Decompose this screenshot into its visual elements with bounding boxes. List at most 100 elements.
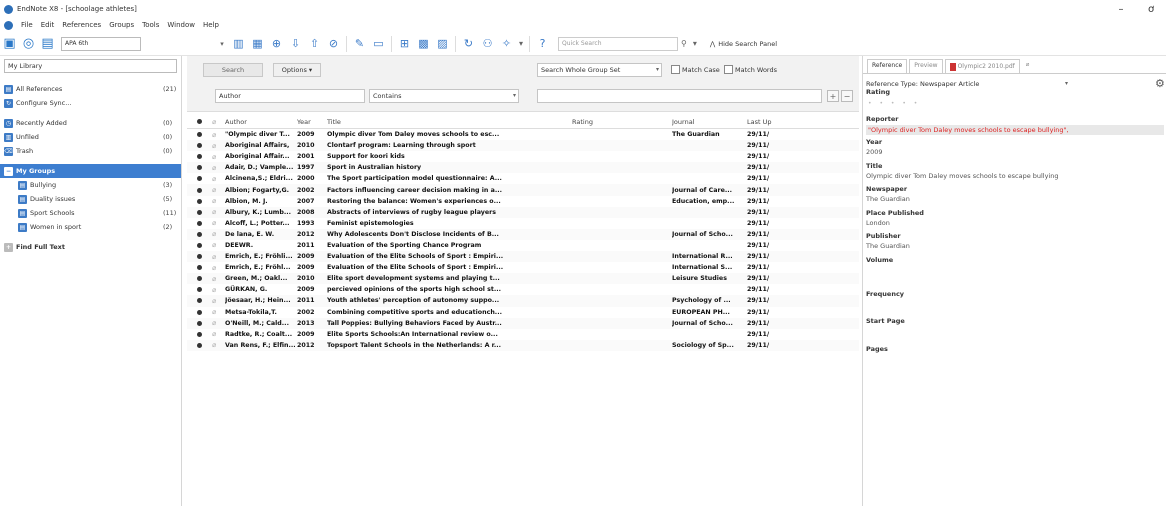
newspaper-field[interactable]: The Guardian [866,195,910,203]
hide-search-panel-button[interactable]: ⋀ Hide Search Panel [710,40,777,48]
search-field-select[interactable]: Author [215,89,365,103]
group-my-groups[interactable]: − My Groups [0,164,181,178]
reference-type-select[interactable]: Reference Type: Newspaper Article [866,80,979,88]
menu-edit[interactable]: Edit [37,21,59,29]
table-row[interactable]: ⌀ GÜRKAN, G. 2009 percieved opinions of the… [187,284,859,295]
table-row[interactable]: ⌀ Emrich, E.; Fröhli... 2009 Evaluation of … [187,251,859,263]
menu-references[interactable]: References [58,21,105,29]
add-search-row-button[interactable]: + [827,90,839,102]
format-bibliography-icon[interactable]: ▦ [248,35,267,52]
cell-year: 2008 [297,208,315,216]
minimize-button[interactable]: – [1106,0,1136,18]
publisher-field[interactable]: The Guardian [866,242,910,250]
table-row[interactable]: ⌀ Metsa-Tokila,T. 2002 Combining competitiv… [187,307,859,318]
reporter-field[interactable]: "Olympic diver Tom Daley moves schools t… [866,125,1164,135]
share-library-icon[interactable]: ⚇ [478,35,497,52]
table-row[interactable]: ⌀ O'Neill, M.; Cald... 2013 Tall Poppies: B… [187,317,859,329]
new-reference-icon[interactable]: ✎ [350,35,369,52]
group-sport-schools[interactable]: ▤ Sport Schools (11) [0,206,181,220]
mark-icon[interactable]: ✧ [497,35,516,52]
table-row[interactable]: ⌀ Albion; Fogarty,G. 2002 Factors influenci… [187,184,859,196]
table-row[interactable]: ⌀ DEEWR. 2011 Evaluation of the Sporting Ch… [187,240,859,251]
table-row[interactable]: ⌀ "Olympic diver T... 2009 Olympic diver To… [187,129,859,140]
table-row[interactable]: ⌀ Aboriginal Affair... 2001 Support for koo… [187,151,859,162]
open-link-icon[interactable]: ▭ [369,35,388,52]
group-duality-issues[interactable]: ▤ Duality issues (5) [0,192,181,206]
open-pdf-icon[interactable]: ▩ [414,35,433,52]
maximize-button[interactable]: ơ [1136,0,1166,18]
group-bullying[interactable]: ▤ Bullying (3) [0,178,181,192]
table-row[interactable]: ⌀ Aboriginal Affairs, 2010 Clontarf program… [187,140,859,152]
place-published-field[interactable]: London [866,219,890,227]
group-recently-added[interactable]: ◷ Recently Added (0) [0,116,181,130]
group-configure-sync[interactable]: ↻ Configure Sync... [0,96,181,110]
attach-file-icon[interactable]: ▨ [433,35,452,52]
search-icon[interactable]: ⚲ [681,39,687,48]
insert-citation-word-icon[interactable]: ⊞ [395,35,414,52]
table-row[interactable]: ⌀ Green, M.; Oakl... 2010 Elite sport devel… [187,273,859,285]
cell-author: Jöesaar, H.; Hein... [225,297,291,305]
column-title[interactable]: Title [327,115,341,128]
chevron-down-icon[interactable]: ▾ [693,39,697,48]
menu-help[interactable]: Help [199,21,223,29]
online-search-mode-icon[interactable]: ◎ [19,35,38,52]
remove-search-row-button[interactable]: − [841,90,853,102]
chevron-down-icon[interactable]: ▾ [215,40,229,48]
table-row[interactable]: ⌀ De lana, E. W. 2012 Why Adolescents Don't… [187,228,859,240]
gear-icon[interactable]: ⚙ [1155,77,1165,90]
match-words-checkbox[interactable]: Match Words [724,65,777,74]
menu-window[interactable]: Window [163,21,199,29]
column-author[interactable]: Author [225,115,247,128]
group-trash[interactable]: ⌫ Trash (0) [0,144,181,158]
integrated-library-mode-icon[interactable]: ▤ [38,35,57,52]
read-status-column-icon[interactable] [197,115,202,128]
table-row[interactable]: ⌀ Adair, D.; Vample... 1997 Sport in Austra… [187,162,859,174]
local-library-mode-icon[interactable]: ▣ [0,35,19,52]
title-field[interactable]: Olympic diver Tom Daley moves schools to… [866,172,1059,180]
group-find-full-text[interactable]: + Find Full Text [0,240,181,254]
attachment-column-icon[interactable]: ⌀ [212,115,216,128]
tab-preview[interactable]: Preview [909,59,943,73]
table-row[interactable]: ⌀ Emrich, E.; Fröhl... 2009 Evaluation of t… [187,262,859,273]
table-row[interactable]: ⌀ Albion, M. J. 2007 Restoring the balance:… [187,196,859,207]
table-row[interactable]: ⌀ Radtke, R.; Coalt... 2009 Elite Sports Sc… [187,329,859,340]
column-journal[interactable]: Journal [672,115,694,128]
online-search-icon[interactable]: ⊕ [267,35,286,52]
search-button[interactable]: Search [203,63,263,77]
options-button[interactable]: Options ▾ [273,63,321,77]
help-icon[interactable]: ? [533,35,552,52]
output-style-select[interactable]: APA 6th [61,36,141,51]
year-field[interactable]: 2009 [866,148,883,156]
table-row[interactable]: ⌀ Jöesaar, H.; Hein... 2011 Youth athletes'… [187,295,859,307]
quick-search-input[interactable]: Quick Search [558,36,679,51]
chevron-down-icon[interactable]: ▾ [519,39,523,48]
match-case-checkbox[interactable]: Match Case [671,65,720,74]
library-select[interactable]: My Library [4,59,177,73]
menu-tools[interactable]: Tools [138,21,163,29]
search-panel: Search Options ▾ Search Whole Group Set … [187,56,859,112]
column-last-updated[interactable]: Last Up [747,115,772,128]
table-row[interactable]: ⌀ Alcoff, L.; Potter... 1993 Feminist epist… [187,218,859,229]
share-icon[interactable]: ⇩ [286,35,305,52]
search-operator-select[interactable]: Contains ▾ [369,89,519,103]
column-year[interactable]: Year [297,115,311,128]
tab-pdf[interactable]: Olympic2 2010.pdf [944,59,1020,73]
table-row[interactable]: ⌀ Van Rens, F.; Elfin... 2012 Topsport Tale… [187,339,859,351]
upload-icon[interactable]: ⇧ [305,35,324,52]
table-row[interactable]: ⌀ Alcinena,S.; Eldri... 2000 The Sport part… [187,173,859,184]
insert-citation-icon[interactable]: ▥ [229,35,248,52]
attach-paperclip-icon[interactable]: ⌀ [1021,59,1034,73]
find-full-text-icon[interactable]: ⊘ [324,35,343,52]
column-rating[interactable]: Rating [572,115,593,128]
menu-groups[interactable]: Groups [105,21,138,29]
sync-icon[interactable]: ↻ [459,35,478,52]
search-term-input[interactable] [537,89,822,103]
menu-file[interactable]: File [17,21,37,29]
tab-reference[interactable]: Reference [867,59,908,73]
table-row[interactable]: ⌀ Albury, K.; Lumb... 2008 Abstracts of int… [187,206,859,218]
group-all-references[interactable]: ▤ All References (21) [0,82,181,96]
group-women-in-sport[interactable]: ▤ Women in sport (2) [0,220,181,234]
rating-stars[interactable]: • • • • • [868,100,920,107]
search-scope-select[interactable]: Search Whole Group Set ▾ [537,63,662,77]
group-unfiled[interactable]: ▥ Unfiled (0) [0,130,181,144]
